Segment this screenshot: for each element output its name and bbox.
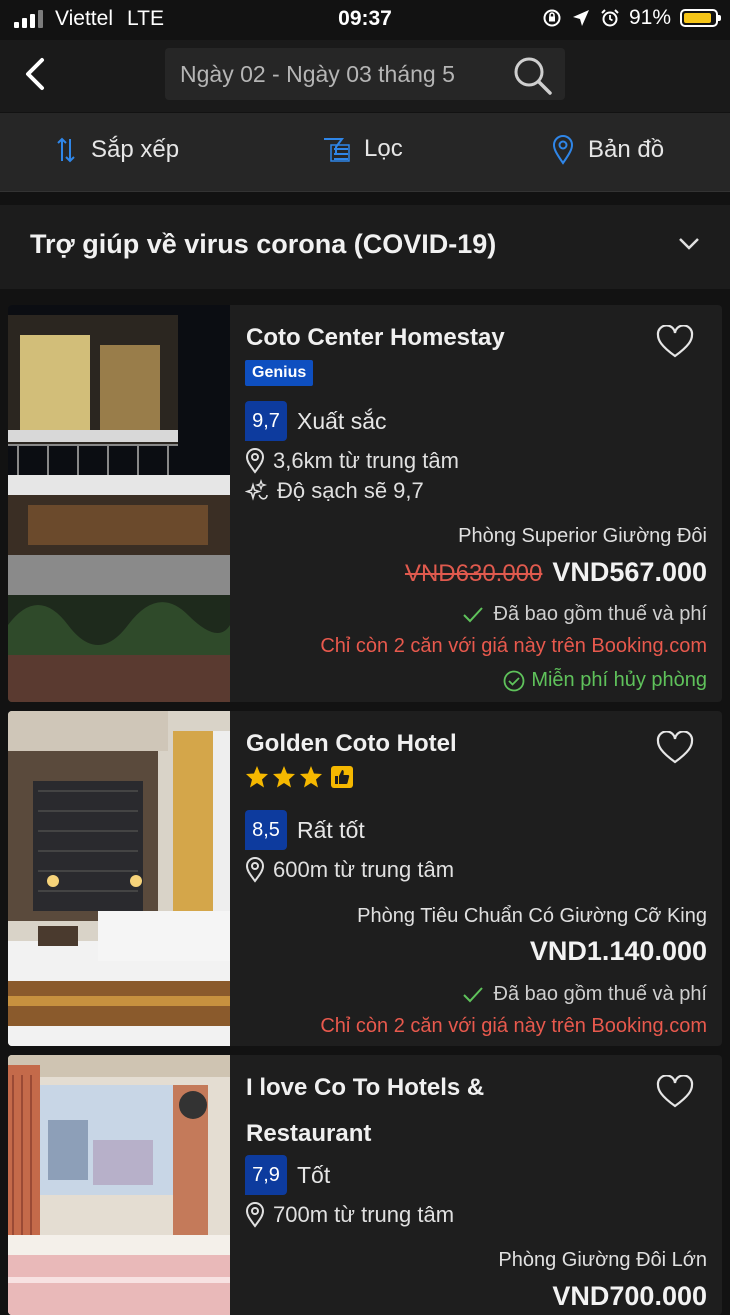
hotel-name[interactable]: Golden Coto Hotel	[246, 721, 636, 767]
battery-percent: 91%	[628, 6, 671, 29]
review-score: 9,7 Xuất sắc	[245, 401, 387, 441]
score-text: Tốt	[297, 1161, 331, 1188]
score-text: Xuất sắc	[297, 407, 387, 434]
star-icon	[273, 766, 295, 788]
review-score: 7,9 Tốt	[245, 1155, 330, 1195]
price-block: VND630.000 VND567.000	[405, 557, 707, 588]
score-box: 8,5	[245, 810, 287, 850]
search-icon[interactable]	[511, 54, 553, 96]
screen-lock-icon	[543, 9, 561, 27]
thumbs-up-badge-icon	[331, 766, 353, 788]
checkmark-icon	[462, 606, 483, 622]
covid-banner-title: Trợ giúp về virus corona (COVID-19)	[30, 229, 497, 259]
distance-info: 3,6km từ trung tâm	[245, 448, 459, 474]
distance-text: 600m từ trung tâm	[273, 857, 455, 882]
chevron-down-icon[interactable]	[678, 237, 700, 251]
distance-info: 600m từ trung tâm	[245, 857, 454, 883]
location-pin-icon	[245, 1202, 265, 1228]
hotel-name-line-1: I love Co To Hotels &	[246, 1074, 485, 1101]
map-pin-icon	[552, 135, 574, 165]
map-button[interactable]: Bản đồ	[552, 135, 664, 165]
hotel-photo[interactable]	[8, 305, 230, 702]
map-label: Bản đồ	[588, 136, 665, 163]
location-pin-icon	[245, 857, 265, 883]
hotel-name[interactable]: Coto Center Homestay	[246, 315, 636, 361]
score-box: 7,9	[245, 1155, 287, 1195]
tax-note: Đã bao gồm thuế và phí	[462, 983, 707, 1006]
hotel-photo[interactable]	[8, 1055, 230, 1315]
tax-note-text: Đã bao gồm thuế và phí	[493, 603, 707, 625]
hotel-card[interactable]: Golden Coto Hotel 8,5 Rất tốt 600m từ tr…	[8, 711, 722, 1046]
tax-note-text: Đã bao gồm thuế và phí	[493, 983, 707, 1005]
checkmark-icon	[462, 986, 483, 1002]
current-price: VND1.140.000	[529, 936, 707, 966]
price-block: VND700.000	[552, 1281, 707, 1312]
cleanliness-text: Độ sạch sẽ 9,7	[277, 478, 424, 503]
check-circle-icon	[503, 670, 525, 691]
status-bar: Viettel LTE 09:37 91%	[0, 0, 730, 40]
filter-button[interactable]: Lọc	[322, 135, 403, 163]
heart-icon[interactable]	[656, 731, 694, 765]
covid-help-banner[interactable]: Trợ giúp về virus corona (COVID-19)	[0, 205, 730, 289]
cleanliness-info: Độ sạch sẽ 9,7	[245, 478, 424, 504]
current-price: VND567.000	[552, 557, 707, 587]
scarcity-message: Chỉ còn 2 căn với giá này trên Booking.c…	[320, 1015, 707, 1037]
free-cancellation-text: Miễn phí hủy phòng	[531, 669, 707, 691]
heart-icon[interactable]	[656, 1075, 694, 1109]
genius-badge: Genius	[245, 360, 314, 386]
filter-label: Lọc	[364, 135, 403, 162]
review-score: 8,5 Rất tốt	[245, 810, 365, 850]
hotel-name[interactable]: I love Co To Hotels & Restaurant	[246, 1065, 636, 1157]
price-block: VND1.140.000	[530, 936, 707, 967]
room-type: Phòng Superior Giường Đôi	[458, 525, 707, 547]
sparkle-clean-icon	[245, 479, 268, 501]
hotel-name-line-2: Restaurant	[246, 1120, 372, 1147]
score-box: 9,7	[245, 401, 287, 441]
distance-text: 700m từ trung tâm	[273, 1202, 455, 1227]
sort-arrows-icon	[57, 137, 75, 163]
star-rating	[245, 765, 354, 789]
distance-info: 700m từ trung tâm	[245, 1202, 454, 1228]
tax-note: Đã bao gồm thuế và phí	[462, 603, 707, 626]
sort-filter-bar: Sắp xếp Lọc Bản đồ	[0, 113, 730, 192]
current-price: VND700.000	[552, 1281, 707, 1311]
date-search-field[interactable]: Ngày 02 - Ngày 03 tháng 5	[165, 48, 565, 100]
battery-icon	[680, 9, 721, 27]
date-range-text: Ngày 02 - Ngày 03 tháng 5	[180, 61, 455, 87]
alarm-icon	[601, 9, 619, 27]
sort-label: Sắp xếp	[91, 136, 180, 163]
scarcity-message: Chỉ còn 2 căn với giá này trên Booking.c…	[320, 635, 707, 657]
distance-text: 3,6km từ trung tâm	[273, 448, 459, 473]
hotel-photo[interactable]	[8, 711, 230, 1046]
sort-button[interactable]: Sắp xếp	[55, 135, 179, 165]
star-icon	[300, 766, 322, 788]
location-arrow-icon	[572, 10, 589, 26]
star-icon	[246, 766, 268, 788]
location-pin-icon	[245, 448, 265, 474]
original-price: VND630.000	[404, 560, 543, 587]
room-type: Phòng Giường Đôi Lớn	[498, 1249, 707, 1271]
back-arrow-icon[interactable]	[18, 54, 58, 94]
top-nav: Ngày 02 - Ngày 03 tháng 5	[0, 40, 730, 112]
score-text: Rất tốt	[297, 816, 365, 843]
heart-icon[interactable]	[656, 325, 694, 359]
filter-list-icon	[324, 138, 350, 162]
free-cancellation: Miễn phí hủy phòng	[503, 669, 707, 692]
room-type: Phòng Tiêu Chuẩn Có Giường Cỡ King	[357, 905, 707, 927]
hotel-card[interactable]: Coto Center Homestay Genius 9,7 Xuất sắc…	[8, 305, 722, 702]
hotel-card[interactable]: I love Co To Hotels & Restaurant 7,9 Tốt…	[8, 1055, 722, 1315]
